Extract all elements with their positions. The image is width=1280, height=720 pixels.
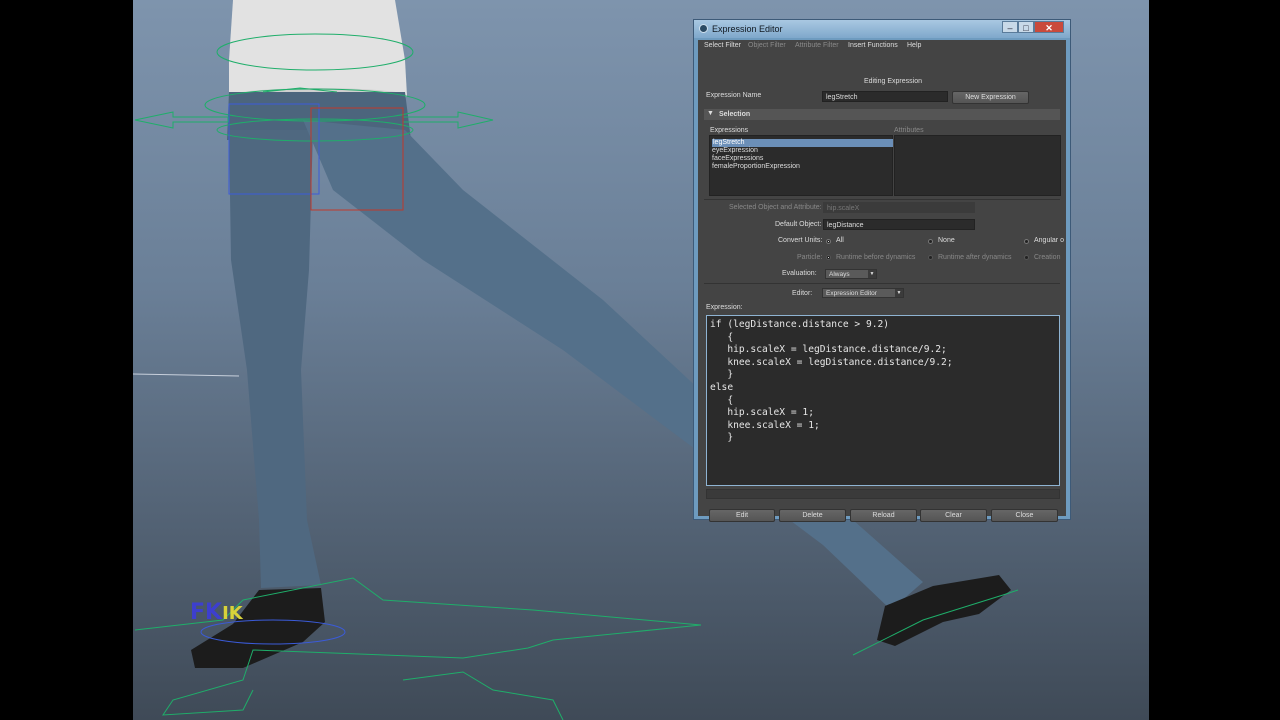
editor-type-label: Editor: xyxy=(792,290,813,297)
expressions-list[interactable]: legStretch eyeExpression faceExpressions… xyxy=(709,135,893,196)
convert-units-label: Convert Units: xyxy=(778,237,823,244)
close-button[interactable]: Close xyxy=(991,509,1058,522)
attributes-list[interactable] xyxy=(894,135,1061,196)
selection-section-header[interactable]: ▼ Selection xyxy=(704,109,1060,120)
foot-control-left-2 xyxy=(402,671,564,720)
list-item[interactable]: femaleProportionExpression xyxy=(712,163,800,171)
editor-client-area: Select Filter Object Filter Attribute Fi… xyxy=(698,40,1066,522)
runtime-after-label: Runtime after dynamics xyxy=(938,254,1012,261)
maximize-button[interactable]: □ xyxy=(1018,21,1034,33)
expressions-header: Expressions xyxy=(710,127,749,134)
evaluation-label: Evaluation: xyxy=(782,270,817,277)
menu-select-filter[interactable]: Select Filter xyxy=(704,42,741,49)
collapse-arrow-icon: ▼ xyxy=(707,110,714,117)
expression-code: if (legDistance.distance > 9.2) { hip.sc… xyxy=(710,319,953,444)
list-item[interactable]: legStretch xyxy=(712,139,893,147)
menu-attribute-filter[interactable]: Attribute Filter xyxy=(795,42,839,49)
app-icon xyxy=(699,24,708,33)
new-expression-button[interactable]: New Expression xyxy=(952,91,1029,104)
expression-name-input[interactable]: legStretch xyxy=(822,91,948,102)
creation-radio xyxy=(1024,255,1029,260)
convert-all-label: All xyxy=(836,237,844,244)
shirt xyxy=(229,0,407,96)
expression-name-label: Expression Name xyxy=(706,92,762,99)
divider xyxy=(704,199,1060,200)
selected-object-field: hip.scaleX xyxy=(823,202,975,213)
delete-button[interactable]: Delete xyxy=(779,509,846,522)
edit-button[interactable]: Edit xyxy=(709,509,775,522)
creation-label: Creation xyxy=(1034,254,1061,261)
list-item[interactable]: eyeExpression xyxy=(712,147,758,155)
convert-all-radio[interactable] xyxy=(826,239,831,244)
runtime-before-label: Runtime before dynamics xyxy=(836,254,916,261)
chevron-down-icon: ▼ xyxy=(868,270,876,278)
fk-ik-label: FKIK xyxy=(190,600,243,625)
minimize-button[interactable]: – xyxy=(1002,21,1018,33)
expression-editor-window: Expression Editor – □ ✕ Select Filter Ob… xyxy=(693,19,1071,522)
menu-bar: Select Filter Object Filter Attribute Fi… xyxy=(698,40,1066,52)
editor-type-dropdown[interactable]: Expression Editor ▼ xyxy=(822,288,904,298)
expression-code-editor[interactable]: if (legDistance.distance > 9.2) { hip.sc… xyxy=(706,315,1060,486)
convert-angular-radio[interactable] xyxy=(1024,239,1029,244)
runtime-after-radio xyxy=(928,255,933,260)
default-object-input[interactable]: legDistance xyxy=(823,219,975,230)
selected-object-label: Selected Object and Attribute: xyxy=(729,204,822,211)
divider xyxy=(704,283,1060,284)
clear-button[interactable]: Clear xyxy=(920,509,987,522)
reload-button[interactable]: Reload xyxy=(850,509,917,522)
particle-label: Particle: xyxy=(797,254,823,261)
title-bar[interactable]: Expression Editor – □ ✕ xyxy=(694,20,1070,38)
convert-none-label: None xyxy=(938,237,955,244)
runtime-before-radio xyxy=(826,255,831,260)
menu-object-filter[interactable]: Object Filter xyxy=(748,42,786,49)
convert-angular-label: Angular o xyxy=(1034,237,1064,244)
expression-label: Expression: xyxy=(706,304,743,311)
close-window-button[interactable]: ✕ xyxy=(1034,21,1064,33)
list-item[interactable]: faceExpressions xyxy=(712,155,763,163)
window-title: Expression Editor xyxy=(712,24,783,34)
editing-label: Editing Expression xyxy=(864,78,922,85)
evaluation-dropdown[interactable]: Always ▼ xyxy=(825,269,877,279)
attributes-header: Attributes xyxy=(894,127,924,134)
editor-scrollbar[interactable] xyxy=(706,489,1060,499)
menu-insert-functions[interactable]: Insert Functions xyxy=(848,42,898,49)
chevron-down-icon: ▼ xyxy=(895,289,903,297)
left-leg xyxy=(229,130,321,588)
convert-none-radio[interactable] xyxy=(928,239,933,244)
menu-help[interactable]: Help xyxy=(907,42,921,49)
default-object-label: Default Object: xyxy=(775,221,822,228)
